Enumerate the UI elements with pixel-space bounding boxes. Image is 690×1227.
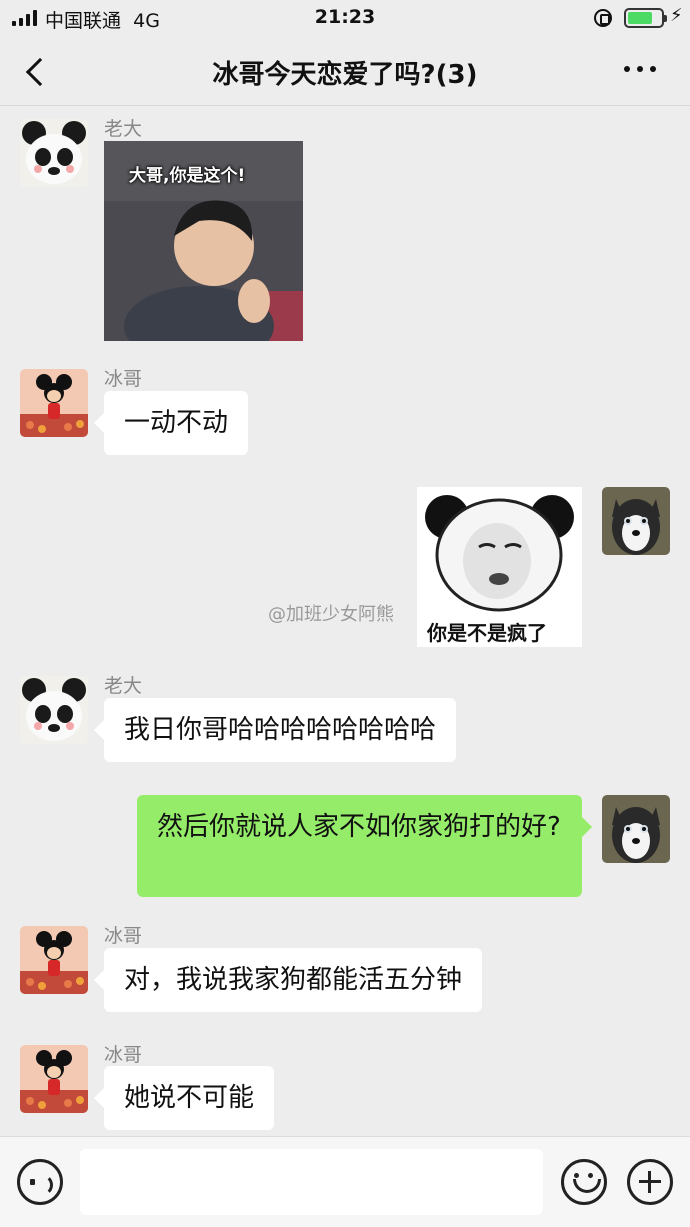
sticker-message[interactable]: 你是不是疯了 <box>417 487 582 647</box>
message-bubble[interactable]: 然后你就说人家不如你家狗打的好? <box>137 795 592 897</box>
battery-level <box>628 12 652 24</box>
plus-icon[interactable] <box>627 1159 673 1205</box>
rotation-lock-icon <box>594 9 612 27</box>
avatar-bingge[interactable] <box>20 926 88 994</box>
sticker-caption: 你是不是疯了 <box>427 621 547 645</box>
message-bubble[interactable]: 我日你哥哈哈哈哈哈哈哈哈 <box>93 698 457 762</box>
voice-icon[interactable] <box>17 1159 63 1205</box>
avatar-bingge[interactable] <box>20 1045 88 1113</box>
message-bubble[interactable]: 她说不可能 <box>93 1066 275 1130</box>
more-options-button[interactable] <box>624 66 656 72</box>
sender-name: 冰哥 <box>104 368 143 390</box>
sender-name: 冰哥 <box>104 925 143 947</box>
emoji-icon[interactable] <box>561 1159 607 1205</box>
message-input[interactable] <box>80 1149 543 1215</box>
sender-name: 冰哥 <box>104 1044 143 1066</box>
sender-name: 老大 <box>104 118 143 140</box>
message-bubble[interactable]: 一动不动 <box>93 391 249 455</box>
avatar-self[interactable] <box>602 795 670 863</box>
status-time: 21:23 <box>314 6 376 28</box>
sender-name: 老大 <box>104 675 143 697</box>
avatar-bingge[interactable] <box>20 369 88 437</box>
avatar-self[interactable] <box>602 487 670 555</box>
charging-icon: ⚡ <box>670 5 683 26</box>
sticker-message[interactable]: 大哥,你是这个! <box>104 141 303 341</box>
status-bar: 中国联通 4G 21:23 ⚡ <box>0 0 690 38</box>
avatar-laoda[interactable] <box>20 676 88 744</box>
watermark: @加班少女阿熊 <box>268 604 394 625</box>
avatar-laoda[interactable] <box>20 119 88 187</box>
input-bar <box>0 1136 690 1227</box>
message-bubble[interactable]: 对，我说我家狗都能活五分钟 <box>93 948 483 1012</box>
sticker-caption: 大哥,你是这个! <box>129 166 246 186</box>
chat-header: 冰哥今天恋爱了吗?(3) <box>0 38 690 106</box>
battery-icon <box>624 8 667 28</box>
chat-title: 冰哥今天恋爱了吗?(3) <box>212 60 478 90</box>
